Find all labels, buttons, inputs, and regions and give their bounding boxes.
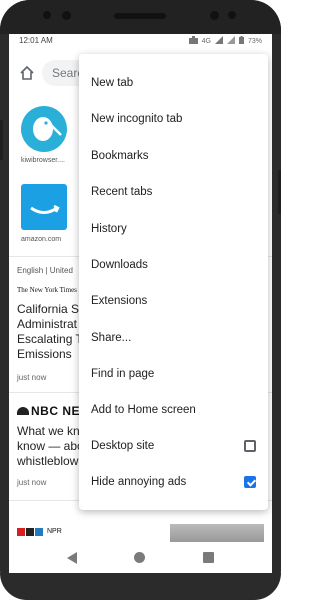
menu-item-new-incognito-tab[interactable]: New incognito tab xyxy=(79,101,268,137)
notification-icon xyxy=(188,36,198,46)
article-time: just now xyxy=(17,373,47,382)
overflow-menu: New tab New incognito tab Bookmarks Rece… xyxy=(79,54,268,510)
amazon-smile-icon[interactable] xyxy=(21,184,67,230)
menu-item-label: Recent tabs xyxy=(91,186,153,198)
home-icon[interactable] xyxy=(19,65,35,81)
status-time: 12:01 AM xyxy=(19,36,53,45)
menu-item-add-to-home-screen[interactable]: Add to Home screen xyxy=(79,392,268,428)
front-camera xyxy=(43,11,51,19)
headline-line: Emissions xyxy=(17,347,72,361)
feed-locale: English | United xyxy=(17,266,73,275)
menu-item-label: Extensions xyxy=(91,295,148,307)
peacock-icon xyxy=(17,407,29,415)
phone-top-bezel xyxy=(0,0,281,34)
back-icon[interactable] xyxy=(67,552,77,564)
article-time: just now xyxy=(17,478,47,487)
sensor xyxy=(210,11,219,20)
menu-item-desktop-site[interactable]: Desktop site xyxy=(79,428,268,464)
desktop-site-checkbox[interactable] xyxy=(244,440,256,452)
power-button xyxy=(278,170,281,214)
npr-logo xyxy=(17,528,43,536)
screen: 12:01 AM 4G 73% Search kiwibrowser.... a… xyxy=(9,34,272,573)
headline-line: California S xyxy=(17,302,80,316)
kiwi-bird-icon[interactable] xyxy=(21,106,67,152)
article-headline[interactable]: What we kn know — abo whistleblow xyxy=(17,424,87,469)
menu-item-label: Hide annoying ads xyxy=(91,476,187,488)
signal-icon xyxy=(226,36,235,46)
article-thumbnail[interactable] xyxy=(170,524,264,542)
phone-frame: 12:01 AM 4G 73% Search kiwibrowser.... a… xyxy=(0,0,281,600)
menu-item-label: Find in page xyxy=(91,368,155,380)
menu-item-find-in-page[interactable]: Find in page xyxy=(79,356,268,392)
menu-item-share[interactable]: Share... xyxy=(79,320,268,356)
menu-item-label: History xyxy=(91,223,127,235)
article-headline[interactable]: California S Administrat Escalating T Em… xyxy=(17,302,87,362)
tile-label-amazon: amazon.com xyxy=(21,236,62,243)
navigation-bar xyxy=(9,543,272,573)
volume-button xyxy=(0,120,3,160)
article-source: The New York Times xyxy=(17,286,77,294)
phone-bottom-bezel xyxy=(0,573,281,600)
menu-item-label: Bookmarks xyxy=(91,150,149,162)
tile-label-kiwi: kiwibrowser.... xyxy=(21,157,65,164)
menu-item-hide-annoying-ads[interactable]: Hide annoying ads xyxy=(79,464,268,500)
earpiece-speaker xyxy=(114,13,166,19)
menu-item-new-tab[interactable]: New tab xyxy=(79,65,268,101)
menu-item-recent-tabs[interactable]: Recent tabs xyxy=(79,174,268,210)
status-bar: 12:01 AM 4G 73% xyxy=(9,34,272,48)
battery-percentage: 73% xyxy=(247,37,262,45)
network-type-label: 4G xyxy=(201,37,211,45)
hide-ads-checkbox[interactable] xyxy=(244,476,256,488)
menu-item-label: New tab xyxy=(91,77,134,89)
menu-item-label: Downloads xyxy=(91,259,148,271)
menu-item-bookmarks[interactable]: Bookmarks xyxy=(79,138,268,174)
headline-line: whistleblow xyxy=(17,454,79,468)
sensor xyxy=(62,11,71,20)
menu-item-extensions[interactable]: Extensions xyxy=(79,283,268,319)
menu-item-history[interactable]: History xyxy=(79,211,268,247)
headline-line: know — abo xyxy=(17,439,84,453)
sensor xyxy=(228,11,236,19)
headline-line: Escalating T xyxy=(17,332,83,346)
recent-apps-icon[interactable] xyxy=(203,552,214,563)
headline-line: Administrat xyxy=(17,317,78,331)
menu-item-label: New incognito tab xyxy=(91,113,183,125)
menu-item-label: Share... xyxy=(91,332,132,344)
home-circle-icon[interactable] xyxy=(134,552,145,563)
signal-icon xyxy=(214,36,223,46)
headline-line: What we kn xyxy=(17,424,80,438)
menu-item-label: Add to Home screen xyxy=(91,404,196,416)
menu-item-downloads[interactable]: Downloads xyxy=(79,247,268,283)
status-icons: 4G 73% xyxy=(188,36,262,46)
battery-icon xyxy=(238,36,244,46)
menu-item-label: Desktop site xyxy=(91,440,155,452)
article-source: NPR xyxy=(47,528,62,535)
